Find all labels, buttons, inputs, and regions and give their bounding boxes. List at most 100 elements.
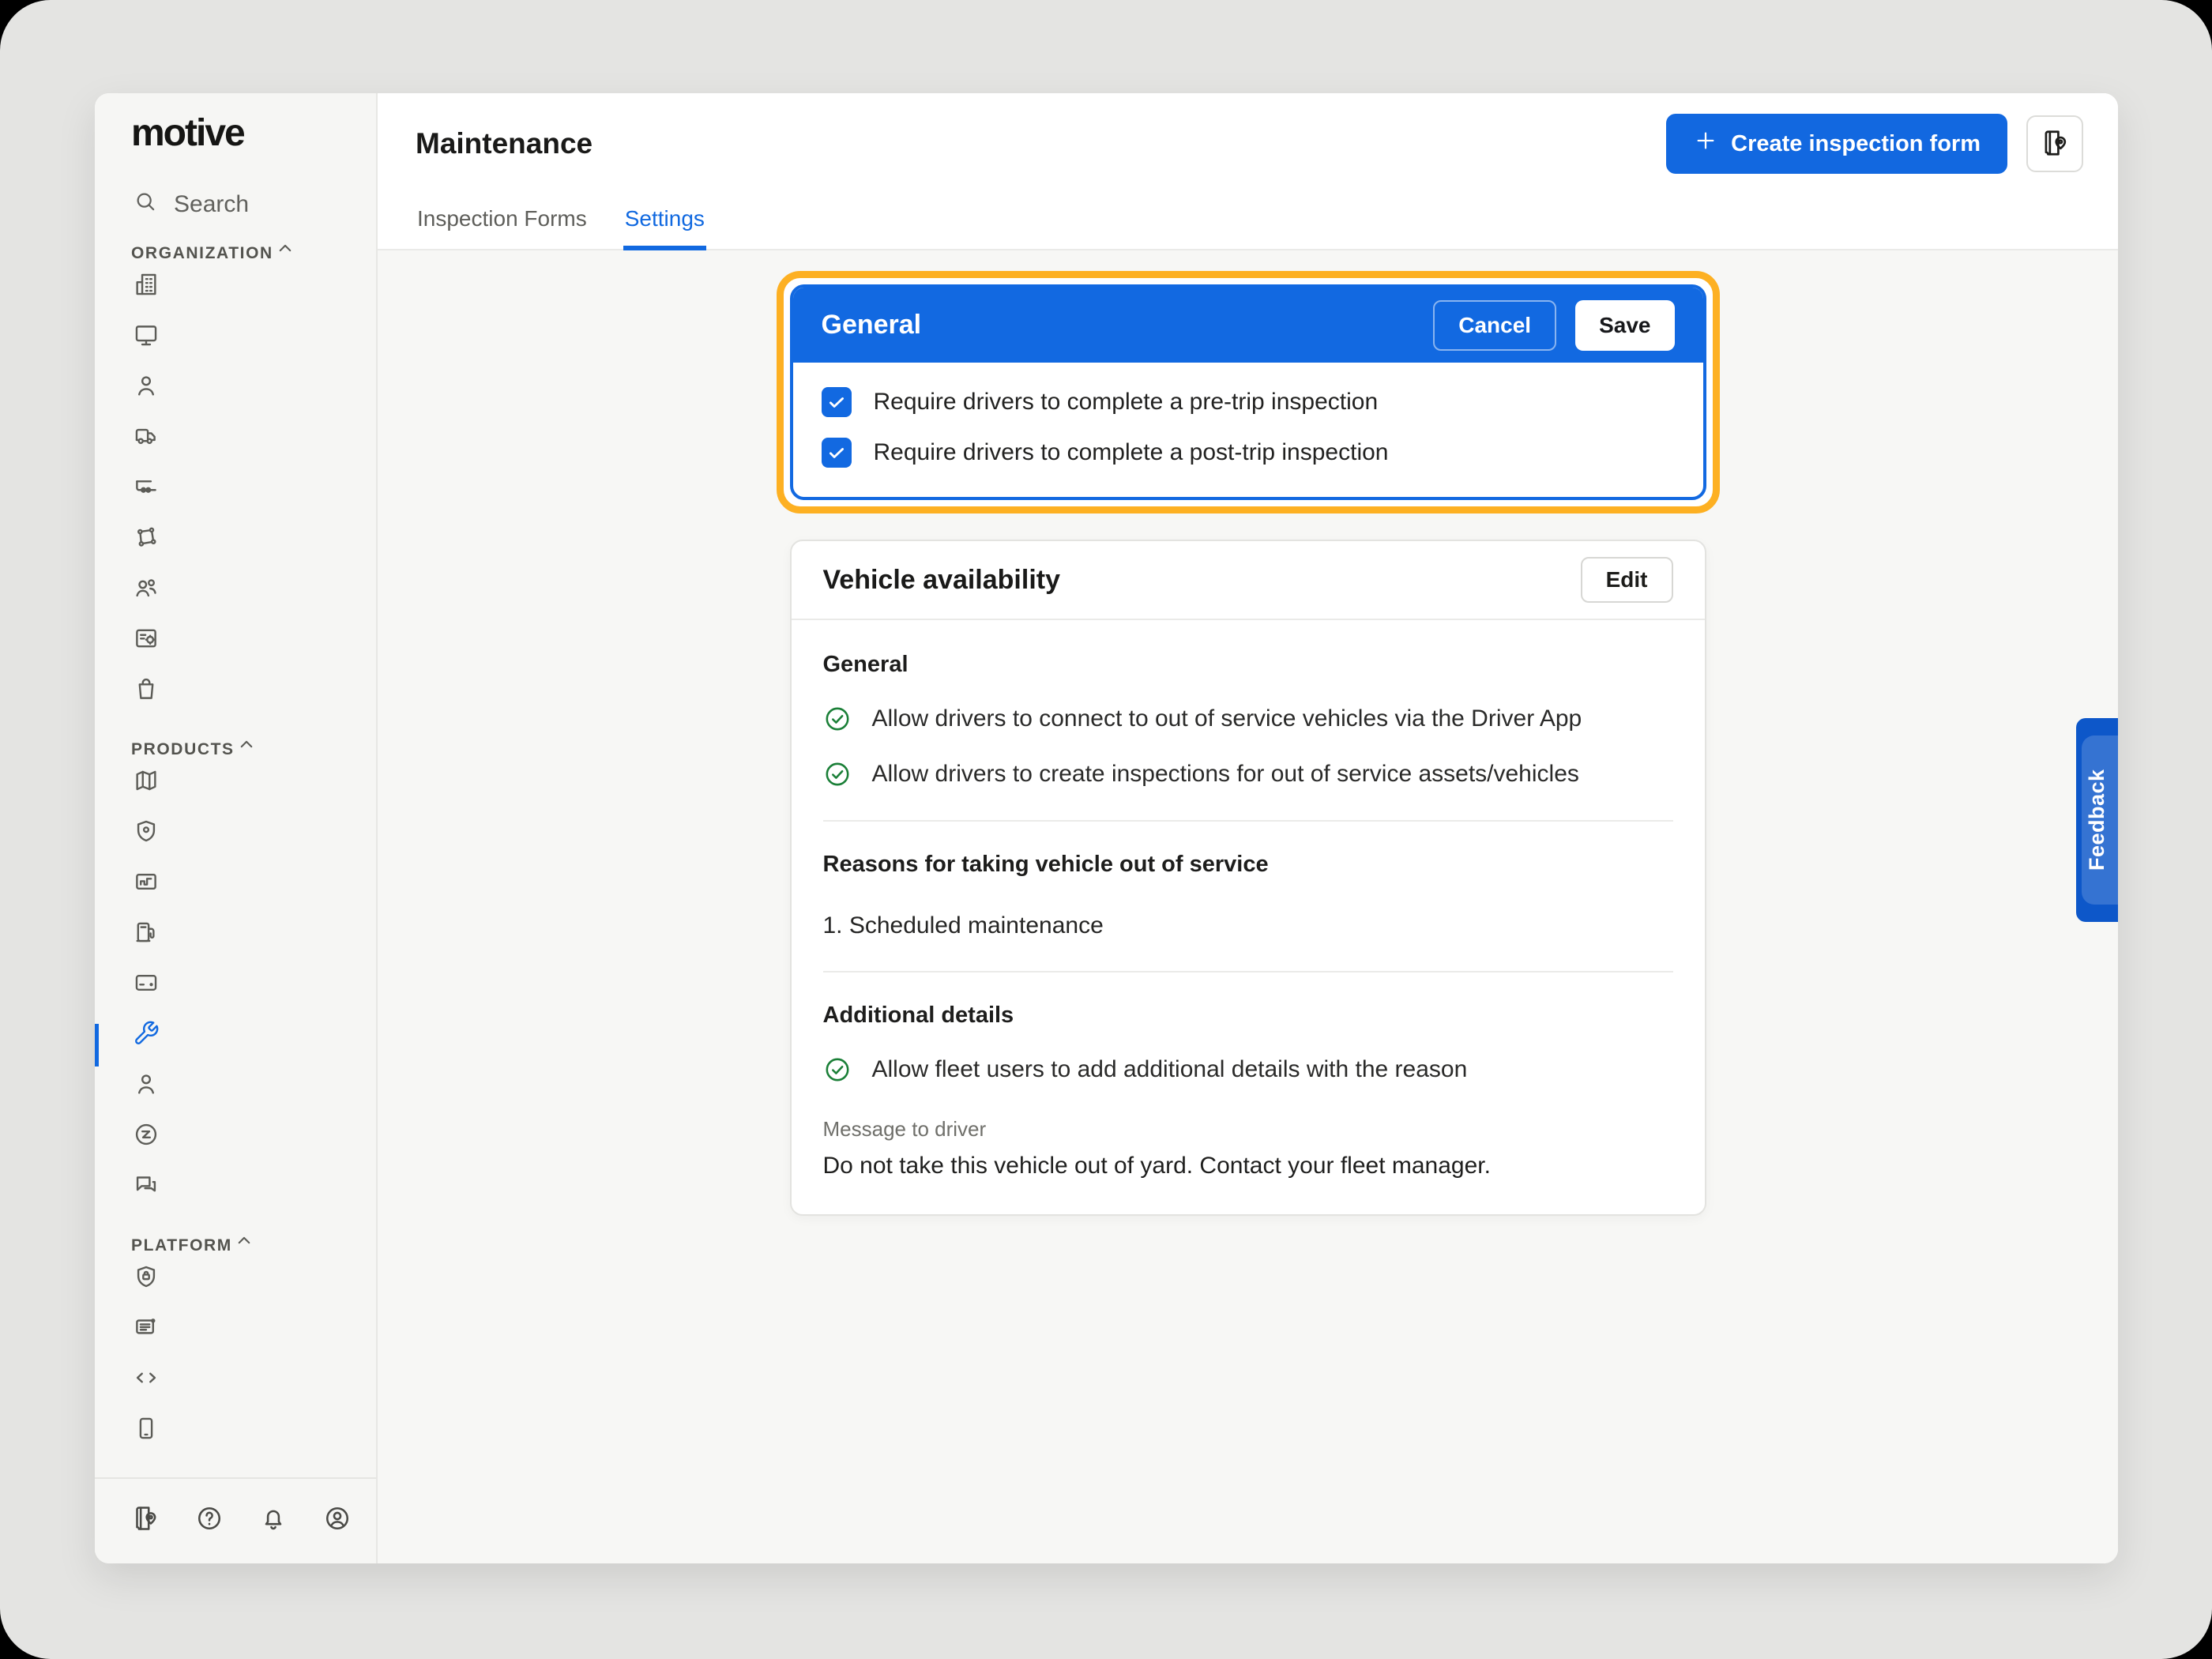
general-card-header: General Cancel Save (793, 288, 1703, 363)
notifications-button[interactable] (259, 1504, 294, 1539)
guide-button[interactable] (2026, 115, 2083, 172)
monitor-icon (133, 322, 376, 372)
sidebar-item-alerts[interactable]: Alerts (95, 1314, 376, 1364)
sidebar-item-messaging[interactable]: Messaging (95, 1172, 376, 1222)
sidebar-item-fleet-view[interactable]: Fleet View (95, 767, 376, 818)
active-item-indicator (95, 1024, 99, 1066)
app-window: motive Search ORGANIZATION CompanyFleet U… (95, 93, 2118, 1563)
checkbox-checked[interactable] (822, 387, 852, 417)
vehicle-general-items: Allow drivers to connect to out of servi… (823, 705, 1673, 788)
code-icon (133, 1364, 376, 1415)
person-icon (133, 1070, 376, 1121)
setting-item-text: Allow drivers to connect to out of servi… (872, 705, 1582, 732)
reason-item: 1. Scheduled maintenance (823, 912, 1673, 939)
message-to-driver-label: Message to driver (823, 1117, 1673, 1142)
sidebar-section-label-platform: PLATFORM (95, 1228, 376, 1263)
sidebar-item-company[interactable]: Company (95, 271, 376, 322)
compliance-icon (133, 868, 376, 919)
checkbox-label: Require drivers to complete a post-trip … (874, 439, 1389, 466)
setting-item-text: Allow fleet users to add additional deta… (872, 1056, 1468, 1083)
general-card-title: General (822, 310, 1434, 340)
sidebar-item-safety[interactable]: Safety (95, 818, 376, 868)
sidebar-item-cards[interactable]: Cards (95, 969, 376, 1020)
truck-icon (133, 423, 376, 473)
guide-icon (131, 1504, 166, 1539)
save-button[interactable]: Save (1575, 300, 1674, 351)
smartphone-icon (133, 1415, 376, 1465)
sidebar-item-assets[interactable]: Assets (95, 473, 376, 524)
notifications-icon (259, 1504, 294, 1539)
feedback-tab[interactable]: Feedback (2076, 718, 2118, 922)
general-card-highlight-ring: General Cancel Save Require drivers to c… (777, 271, 1720, 514)
fuel-pump-icon (133, 919, 376, 969)
help-button[interactable] (195, 1504, 230, 1539)
main-area: Maintenance Create inspection form Inspe… (378, 93, 2118, 1563)
profile-card-icon (133, 625, 376, 675)
sidebar-item-developers[interactable]: Developers (95, 1364, 376, 1415)
sidebar-item-dispatch[interactable]: Dispatch (95, 1121, 376, 1172)
account-icon (323, 1504, 358, 1539)
motive-logo: motive (95, 93, 376, 172)
create-inspection-form-button[interactable]: Create inspection form (1666, 114, 2007, 174)
guide-button[interactable] (131, 1504, 166, 1539)
sidebar-item-groups[interactable]: Groups (95, 574, 376, 625)
person-icon (133, 372, 376, 423)
sidebar-item-driver-app[interactable]: Driver App (95, 1415, 376, 1465)
vehicle-card-header: Vehicle availability Edit (792, 541, 1705, 620)
section-label-text: ORGANIZATION (131, 244, 273, 263)
vehicle-details-items: Allow fleet users to add additional deta… (823, 1055, 1673, 1084)
sidebar-item-profiles[interactable]: Profiles (95, 625, 376, 675)
guide-icon (2040, 128, 2070, 160)
additional-details-heading: Additional details (823, 1003, 1673, 1029)
geofence-icon (133, 524, 376, 574)
sidebar-item-geofences[interactable]: Geofences (95, 524, 376, 574)
map-icon (133, 767, 376, 818)
reasons-heading: Reasons for taking vehicle out of servic… (823, 852, 1673, 878)
tab-bar: Inspection Forms Settings (416, 206, 706, 250)
checkbox-checked[interactable] (822, 438, 852, 468)
sidebar-item-workforce[interactable]: Workforce (95, 1070, 376, 1121)
page-header: Maintenance Create inspection form Inspe… (378, 93, 2118, 250)
trailer-icon (133, 473, 376, 524)
checkbox-row[interactable]: Require drivers to complete a pre-trip i… (822, 377, 1675, 427)
checked-setting-item: Allow drivers to connect to out of servi… (823, 705, 1673, 733)
page-title: Maintenance (416, 127, 1666, 160)
chevron-up-icon[interactable] (232, 1228, 344, 1263)
sidebar-item-shop[interactable]: ShopNEW (95, 675, 376, 726)
credit-card-icon (133, 969, 376, 1020)
message-to-driver-text: Do not take this vehicle out of yard. Co… (823, 1153, 1673, 1179)
search-icon (133, 189, 158, 220)
search-label: Search (174, 191, 249, 218)
sidebar-item-compliance[interactable]: Compliance (95, 868, 376, 919)
sidebar-footer (95, 1477, 376, 1563)
divider (823, 820, 1673, 822)
general-card-body: Require drivers to complete a pre-trip i… (793, 363, 1703, 497)
shield-lock-icon (133, 1263, 376, 1314)
sidebar-search[interactable]: Search (95, 179, 376, 230)
shopping-bag-icon (133, 675, 376, 726)
messaging-icon (133, 1172, 376, 1222)
edit-button[interactable]: Edit (1581, 557, 1673, 603)
checked-setting-item: Allow fleet users to add additional deta… (823, 1055, 1673, 1084)
account-button[interactable] (323, 1504, 358, 1539)
checkbox-label: Require drivers to complete a pre-trip i… (874, 389, 1379, 416)
sidebar-section-label-products: PRODUCTS (95, 732, 376, 767)
sidebar-section-label-organization: ORGANIZATION (95, 236, 376, 271)
section-label-text: PLATFORM (131, 1236, 232, 1255)
checkbox-row[interactable]: Require drivers to complete a post-trip … (822, 427, 1675, 478)
sidebar-item-drivers[interactable]: Drivers (95, 372, 376, 423)
chevron-up-icon[interactable] (273, 236, 344, 271)
cancel-button[interactable]: Cancel (1433, 300, 1556, 351)
tab-inspection-forms[interactable]: Inspection Forms (416, 206, 589, 250)
tab-settings[interactable]: Settings (623, 206, 706, 250)
sidebar-item-vehicles[interactable]: Vehicles (95, 423, 376, 473)
sidebar-item-maintenance[interactable]: Maintenance (95, 1020, 376, 1070)
sidebar-item-fuel[interactable]: Fuel (95, 919, 376, 969)
circle-check-icon (823, 705, 852, 733)
sidebar: motive Search ORGANIZATION CompanyFleet U… (95, 93, 378, 1563)
settings-content: General Cancel Save Require drivers to c… (378, 250, 2118, 1563)
chevron-up-icon[interactable] (235, 732, 344, 767)
checked-setting-item: Allow drivers to create inspections for … (823, 760, 1673, 788)
sidebar-item-security-and-data[interactable]: Security and Data (95, 1263, 376, 1314)
sidebar-item-fleet-users[interactable]: Fleet Users (95, 322, 376, 372)
